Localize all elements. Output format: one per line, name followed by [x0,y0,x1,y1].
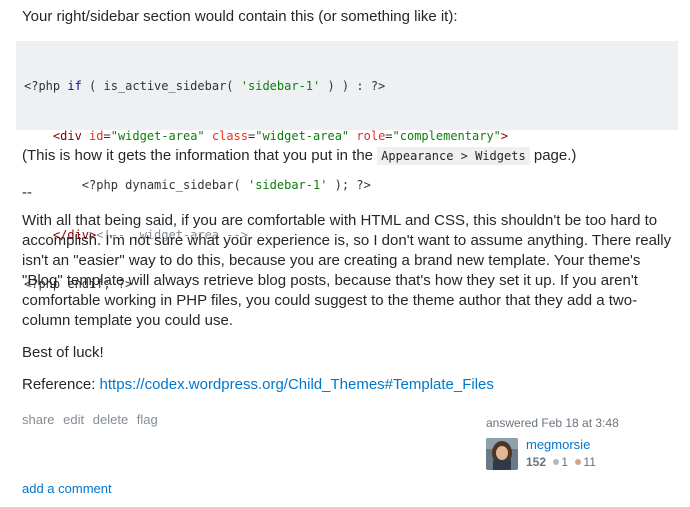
code-line-2: <div id="widget-area" class="widget-area… [24,128,509,143]
post-menu: share edit delete flag [22,412,163,427]
main-line: With all that being said, if you are com… [22,212,658,229]
bronze-badge-icon [575,459,582,466]
answered-time: answered Feb 18 at 3:48 [486,416,619,430]
reference-label: Reference: [22,376,100,393]
reference-line: Reference: https://codex.wordpress.org/C… [22,375,494,395]
main-line: accomplish. I'm not sure what your exper… [22,232,672,249]
main-line: isn't an "easier" way to do this, becaus… [22,252,641,269]
user-name-link[interactable]: megmorsie [526,437,590,452]
reference-link[interactable]: https://codex.wordpress.org/Child_Themes… [100,376,494,393]
intro-text: Your right/sidebar section would contain… [22,8,458,25]
code-line-3: <?php dynamic_sidebar( 'sidebar-1' ); ?> [24,178,371,192]
separator-text: -- [22,184,32,201]
bronze-badge-count: 11 [583,455,596,469]
closing-text: Best of luck! [22,344,104,361]
answer-post: Your right/sidebar section would contain… [0,0,690,507]
main-line: "Blog" template will always retrieve blo… [22,272,638,289]
main-line: comfortable working in PHP files, you co… [22,292,638,309]
silver-badge-count: 1 [561,455,569,469]
inline-code: Appearance > Widgets [377,147,530,165]
code-block: <?php if ( is_active_sidebar( 'sidebar-1… [16,41,678,291]
code-line-1: <?php if ( is_active_sidebar( 'sidebar-1… [24,79,386,93]
silver-badge-icon [553,459,560,466]
flag-link[interactable]: flag [137,412,158,427]
main-paragraph: With all that being said, if you are com… [22,211,682,331]
edit-link[interactable]: edit [63,412,84,427]
reputation-score: 152 [526,455,547,469]
main-line: column template you could use. [22,312,233,329]
add-comment-link[interactable]: add a comment [22,481,112,496]
avatar[interactable] [486,438,518,470]
appearance-note: (This is how it gets the information tha… [22,147,577,165]
share-link[interactable]: share [22,412,55,427]
delete-link[interactable]: delete [93,412,128,427]
reputation-row: 152 1 11 [526,455,596,469]
user-card: answered Feb 18 at 3:48 megmorsie 152 1 … [486,416,686,470]
